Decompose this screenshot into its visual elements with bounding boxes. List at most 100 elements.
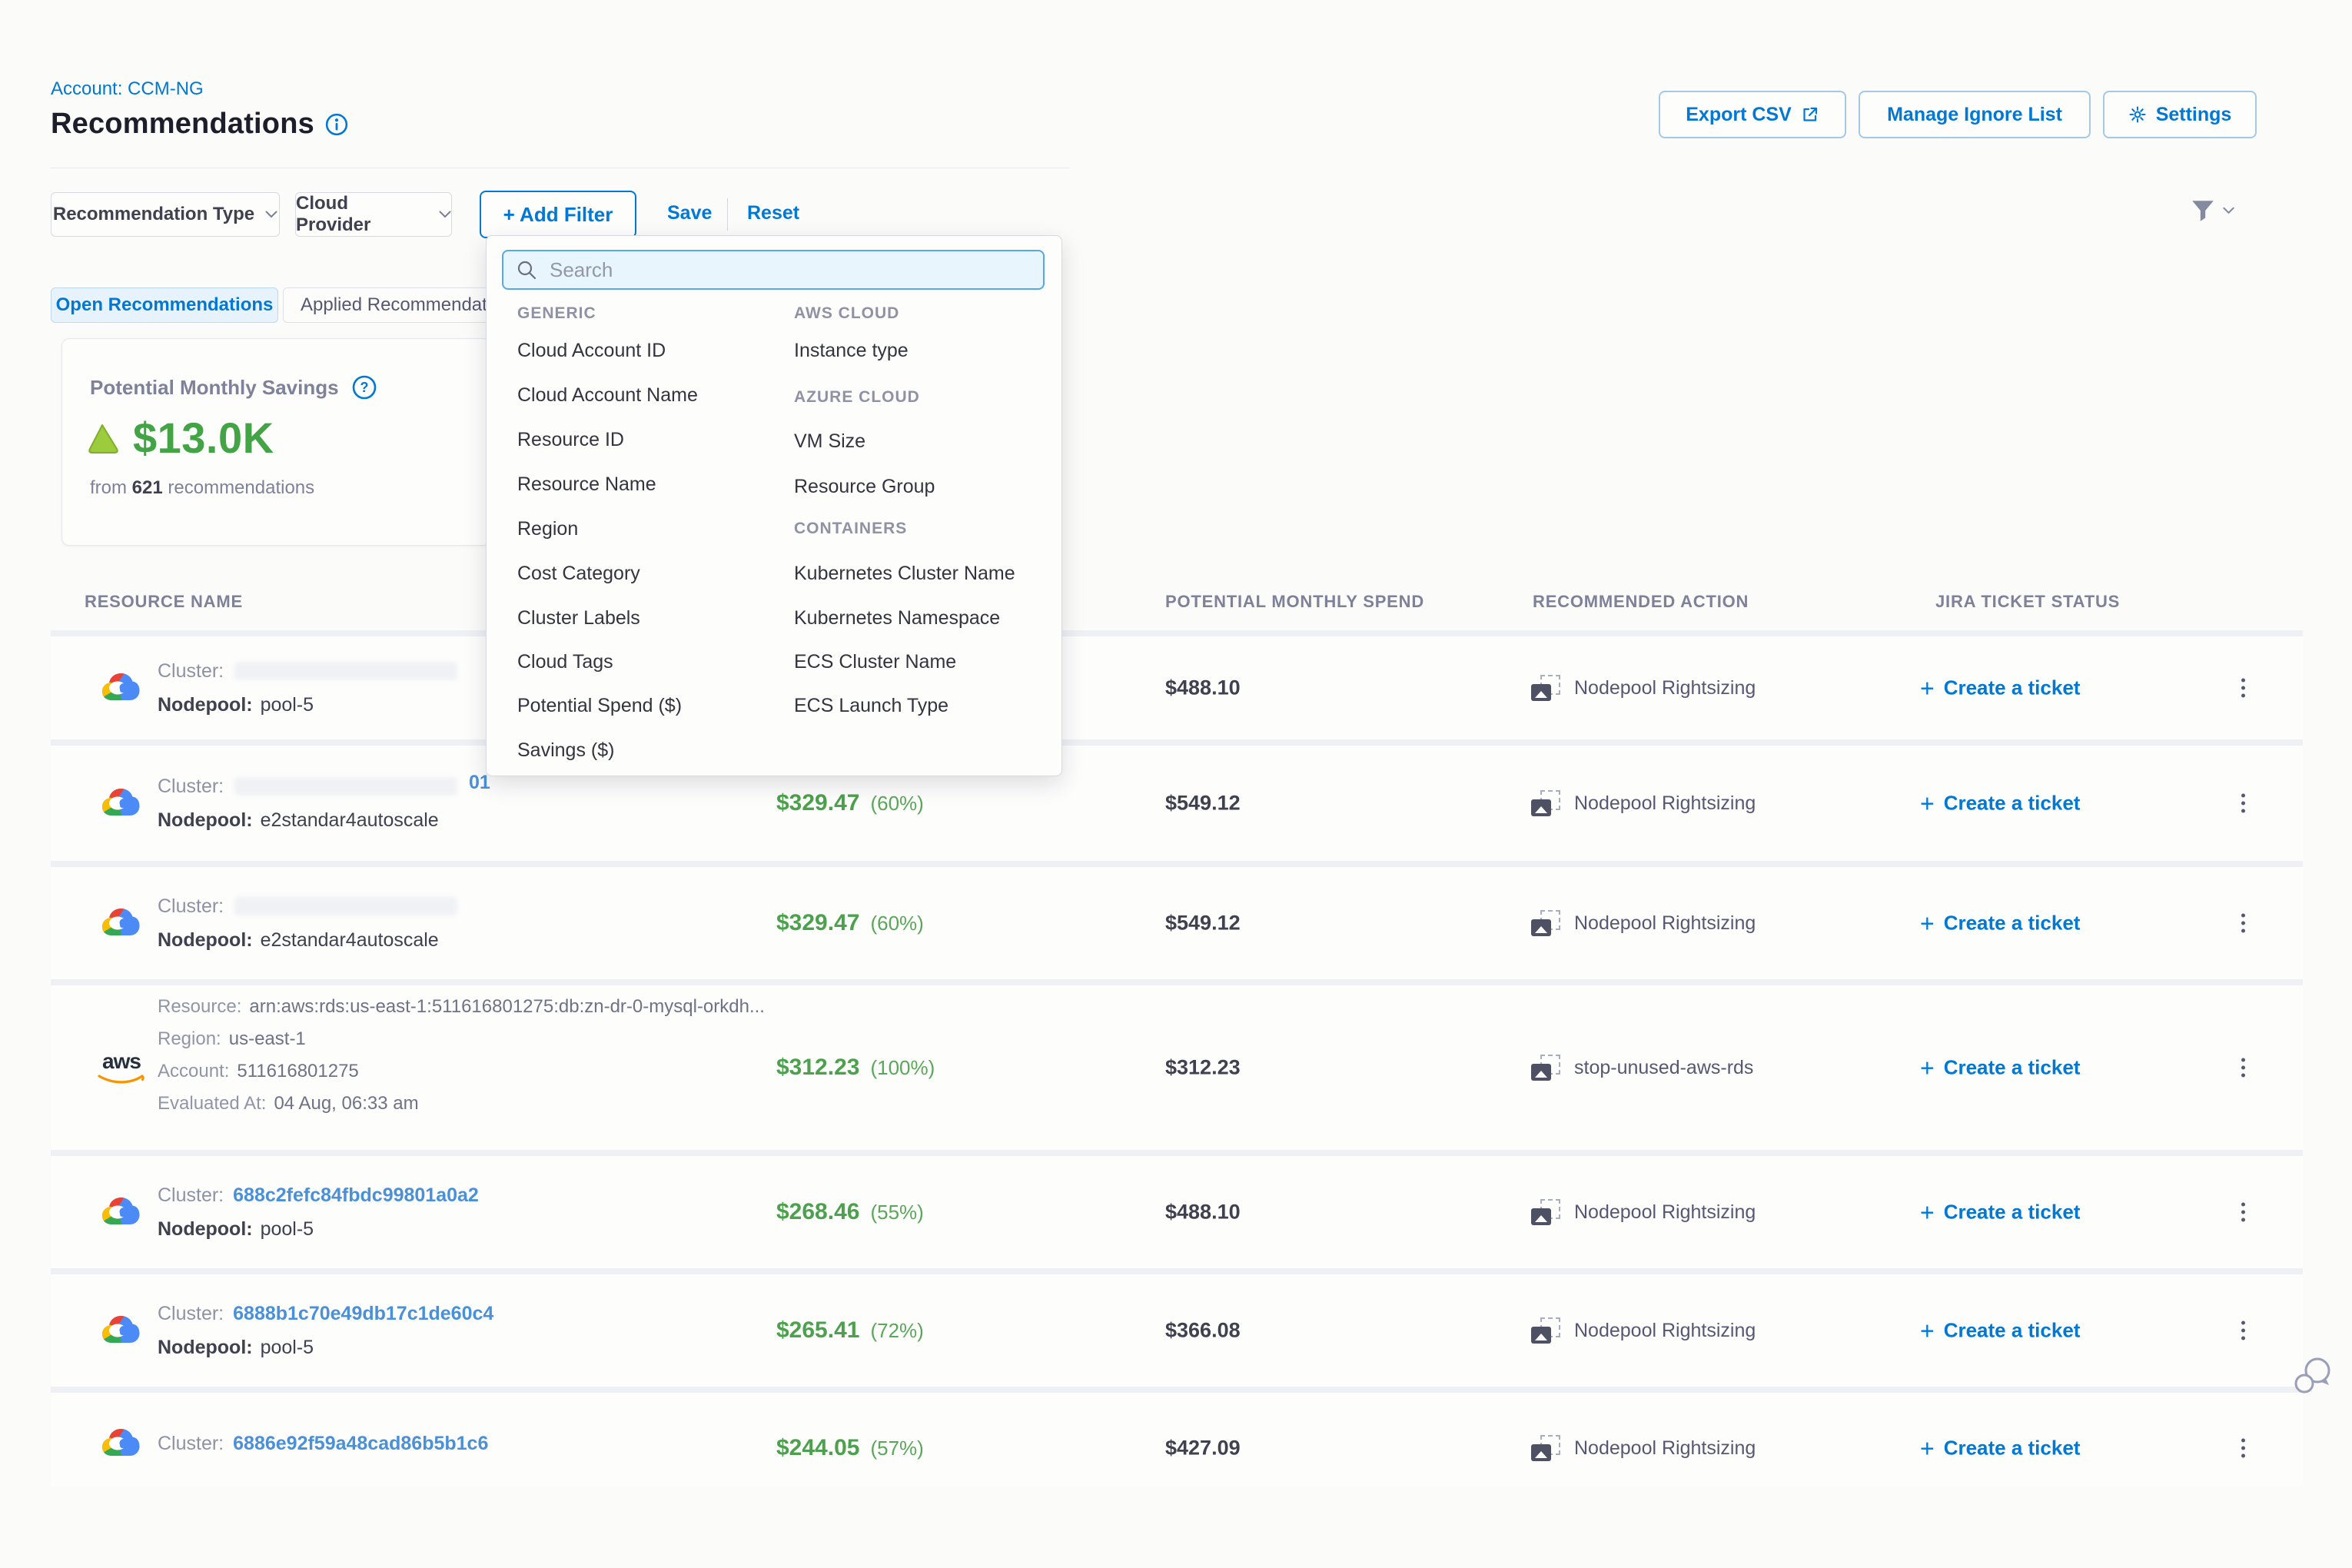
filter-option[interactable]: ECS Launch Type bbox=[794, 694, 948, 717]
redacted-cluster-id bbox=[234, 662, 457, 680]
filter-option[interactable]: Cluster Labels bbox=[517, 606, 640, 630]
save-filter-link[interactable]: Save bbox=[667, 202, 712, 224]
table-row[interactable]: Cluster: Nodepool:pool-5 $488.10 Nodepoo… bbox=[51, 636, 2303, 739]
cluster-id-fragment: 01 bbox=[469, 772, 490, 794]
nodepool-label: Nodepool: bbox=[158, 1218, 253, 1240]
cluster-id-link[interactable]: 6886e92f59a48cad86b5b1c6 bbox=[233, 1433, 488, 1454]
create-ticket-button[interactable]: +Create a ticket bbox=[1920, 792, 2080, 816]
cluster-id-link[interactable]: 6888b1c70e49db17c1de60c4 bbox=[233, 1303, 493, 1324]
export-csv-button[interactable]: Export CSV bbox=[1659, 91, 1846, 138]
filter-option[interactable]: VM Size bbox=[794, 430, 865, 453]
plus-icon: + bbox=[1920, 678, 1935, 698]
gear-icon bbox=[2128, 105, 2147, 124]
create-ticket-button[interactable]: +Create a ticket bbox=[1920, 1056, 2080, 1080]
account-breadcrumb[interactable]: Account: CCM-NG bbox=[51, 78, 204, 100]
filter-option[interactable]: Instance type bbox=[794, 339, 909, 362]
row-menu-button[interactable] bbox=[2235, 1052, 2251, 1084]
gcp-icon bbox=[100, 786, 141, 820]
aws-icon: aws bbox=[97, 1051, 146, 1085]
nodepool-value: pool-5 bbox=[261, 694, 314, 716]
filter-option[interactable]: Resource Group bbox=[794, 475, 935, 498]
manage-ignore-list-label: Manage Ignore List bbox=[1887, 104, 2062, 126]
table-row[interactable]: aws Resource:arn:aws:rds:us-east-1:51161… bbox=[51, 985, 2303, 1150]
cloud-provider-filter[interactable]: Cloud Provider bbox=[295, 192, 452, 237]
support-chat-button[interactable] bbox=[2289, 1353, 2337, 1400]
filter-option[interactable]: ECS Cluster Name bbox=[794, 650, 956, 673]
cluster-label: Cluster: bbox=[158, 1433, 224, 1454]
column-header-recommended-action: RECOMMENDED ACTION bbox=[1533, 592, 1749, 612]
create-ticket-button[interactable]: +Create a ticket bbox=[1920, 1319, 2080, 1343]
recommendation-type-icon bbox=[1531, 1317, 1560, 1344]
recommendation-type-label: Recommendation Type bbox=[53, 204, 254, 225]
nodepool-value: e2standar4autoscale bbox=[261, 809, 439, 831]
gcp-icon bbox=[100, 1427, 141, 1460]
info-icon[interactable] bbox=[325, 113, 348, 136]
row-menu-button[interactable] bbox=[2235, 1433, 2251, 1464]
create-ticket-button[interactable]: +Create a ticket bbox=[1920, 912, 2080, 935]
section-containers: CONTAINERS bbox=[794, 517, 907, 540]
add-filter-label: + Add Filter bbox=[503, 203, 613, 227]
filter-option[interactable]: Cost Category bbox=[517, 562, 640, 585]
filter-option[interactable]: Resource Name bbox=[517, 473, 656, 496]
plus-icon: + bbox=[1920, 913, 1935, 933]
nodepool-value: e2standar4autoscale bbox=[261, 929, 439, 951]
filter-option[interactable]: Cloud Account Name bbox=[517, 384, 698, 407]
plus-icon: + bbox=[1920, 793, 1935, 813]
help-icon[interactable]: ? bbox=[351, 374, 377, 400]
chat-bubbles-icon bbox=[2289, 1353, 2337, 1400]
row-menu-button[interactable] bbox=[2235, 908, 2251, 939]
reset-filter-link[interactable]: Reset bbox=[747, 202, 799, 224]
chevron-down-icon bbox=[265, 211, 277, 218]
external-link-icon bbox=[1801, 105, 1819, 124]
column-header-potential-monthly-spend: POTENTIAL MONTHLY SPEND bbox=[1165, 592, 1424, 612]
table-row[interactable]: Cluster:6886e92f59a48cad86b5b1c6 $244.05… bbox=[51, 1393, 2303, 1487]
plus-icon: + bbox=[1920, 1321, 1935, 1340]
manage-ignore-list-button[interactable]: Manage Ignore List bbox=[1859, 91, 2091, 138]
evaluated-at-value: 04 Aug, 06:33 am bbox=[274, 1093, 418, 1115]
cluster-id-link[interactable]: 688c2fefc84fbdc99801a0a2 bbox=[233, 1184, 479, 1206]
plus-icon: + bbox=[1920, 1202, 1935, 1222]
create-ticket-button[interactable]: +Create a ticket bbox=[1920, 1437, 2080, 1460]
table-row[interactable]: Cluster:688c2fefc84fbdc99801a0a2 Nodepoo… bbox=[51, 1156, 2303, 1268]
search-icon bbox=[516, 259, 537, 281]
recommended-action: stop-unused-aws-rds bbox=[1574, 1057, 1753, 1079]
filter-panel-toggle[interactable] bbox=[2189, 197, 2234, 224]
filter-option[interactable]: Kubernetes Namespace bbox=[794, 606, 1000, 630]
plus-icon: + bbox=[1920, 1438, 1935, 1458]
nodepool-value: pool-5 bbox=[261, 1218, 314, 1240]
filter-option[interactable]: Savings ($) bbox=[517, 739, 614, 762]
filter-option[interactable]: Cloud Account ID bbox=[517, 339, 666, 362]
recommendation-type-icon bbox=[1531, 790, 1560, 816]
recommendations-table: Cluster: Nodepool:pool-5 $488.10 Nodepoo… bbox=[51, 630, 2303, 1487]
filter-option[interactable]: Resource ID bbox=[517, 428, 624, 451]
filter-search-input[interactable] bbox=[548, 257, 1031, 283]
filter-option[interactable]: Potential Spend ($) bbox=[517, 694, 682, 717]
settings-label: Settings bbox=[2156, 104, 2232, 126]
table-row[interactable]: Cluster: Nodepool:e2standar4autoscale 01… bbox=[51, 746, 2303, 861]
row-menu-button[interactable] bbox=[2235, 1197, 2251, 1228]
filter-option[interactable]: Region bbox=[517, 517, 578, 540]
add-filter-button[interactable]: + Add Filter bbox=[480, 191, 636, 238]
cluster-label: Cluster: bbox=[158, 1303, 224, 1324]
row-menu-button[interactable] bbox=[2235, 673, 2251, 704]
create-ticket-button[interactable]: +Create a ticket bbox=[1920, 1201, 2080, 1224]
tab-open-recommendations[interactable]: Open Recommendations bbox=[51, 287, 278, 323]
account-value: 511616801275 bbox=[237, 1061, 358, 1082]
savings-value: $329.47 bbox=[776, 790, 859, 816]
row-menu-button[interactable] bbox=[2235, 1315, 2251, 1347]
settings-button[interactable]: Settings bbox=[2103, 91, 2257, 138]
filter-search[interactable] bbox=[502, 250, 1045, 290]
savings-value: $265.41 bbox=[776, 1317, 859, 1344]
filter-option[interactable]: Kubernetes Cluster Name bbox=[794, 562, 1015, 585]
savings-amount: $13.0K bbox=[133, 413, 274, 463]
spend-value: $427.09 bbox=[1165, 1437, 1241, 1460]
table-row[interactable]: Cluster: Nodepool:e2standar4autoscale $3… bbox=[51, 867, 2303, 979]
spend-value: $366.08 bbox=[1165, 1319, 1241, 1343]
create-ticket-button[interactable]: +Create a ticket bbox=[1920, 676, 2080, 700]
table-row[interactable]: Cluster:6888b1c70e49db17c1de60c4 Nodepoo… bbox=[51, 1274, 2303, 1387]
filter-option[interactable]: Cloud Tags bbox=[517, 650, 613, 673]
chevron-down-icon bbox=[439, 211, 451, 218]
row-menu-button[interactable] bbox=[2235, 788, 2251, 819]
column-header-jira-ticket-status: JIRA TICKET STATUS bbox=[1935, 592, 2120, 612]
recommendation-type-filter[interactable]: Recommendation Type bbox=[51, 192, 280, 237]
